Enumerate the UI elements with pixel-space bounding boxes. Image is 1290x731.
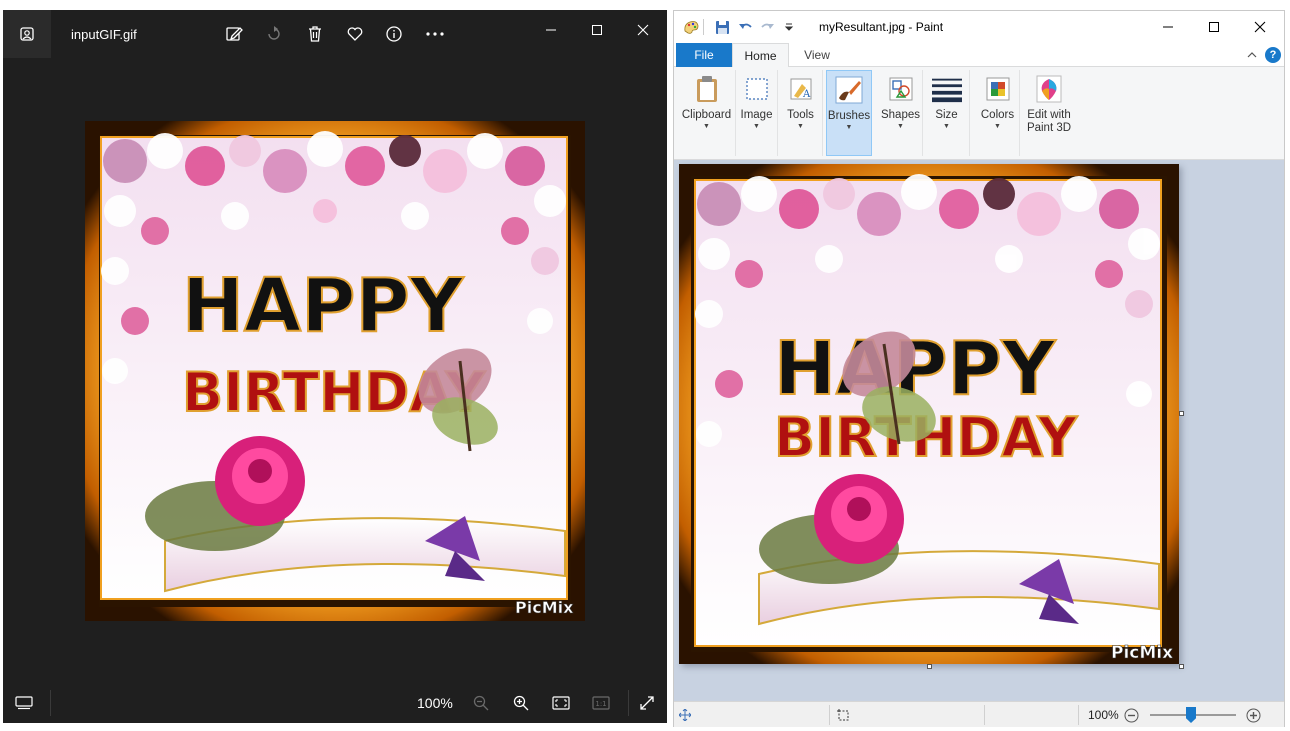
svg-text:A: A: [802, 89, 811, 100]
redo-icon[interactable]: [758, 18, 776, 36]
colors-group[interactable]: Colors ▼: [976, 70, 1020, 156]
file-name: inputGIF.gif: [71, 27, 137, 42]
brushes-label: Brushes: [827, 110, 871, 122]
resize-handle-right[interactable]: [1179, 411, 1184, 416]
tab-home[interactable]: Home: [732, 43, 789, 68]
tools-label: Tools: [787, 109, 814, 121]
tools-icon: A: [785, 73, 817, 105]
colors-icon: [982, 73, 1014, 105]
resize-handle-corner[interactable]: [1179, 664, 1184, 669]
zoom-level: 100%: [1088, 708, 1119, 722]
maximize-button[interactable]: [574, 14, 620, 46]
paint-app-icon[interactable]: [682, 18, 700, 36]
size-label: Size: [935, 109, 958, 121]
save-icon[interactable]: [713, 18, 731, 36]
zoom-slider-thumb[interactable]: [1186, 707, 1196, 723]
paint-titlebar: myResultant.jpg - Paint: [674, 11, 1284, 43]
divider: [1078, 705, 1079, 725]
edit-icon[interactable]: [222, 22, 246, 46]
shapes-group[interactable]: Shapes ▼: [879, 70, 923, 156]
zoom-in-icon[interactable]: [508, 690, 534, 716]
statusbar: 100%: [674, 701, 1284, 727]
ribbon-tabs: File Home View ?: [674, 43, 1284, 68]
cursor-position-icon: [676, 706, 694, 724]
chevron-down-icon: ▼: [994, 123, 1001, 130]
tab-view[interactable]: View: [792, 43, 842, 67]
close-button[interactable]: [620, 14, 666, 46]
zoom-out-icon[interactable]: [468, 690, 494, 716]
image-label: Image: [740, 109, 773, 121]
paint3d-icon: [1033, 73, 1065, 105]
image-group[interactable]: Image ▼: [736, 70, 778, 156]
chevron-down-icon: ▼: [943, 123, 950, 130]
happy-text: HAPPY: [182, 263, 465, 349]
brush-icon: [833, 74, 865, 106]
paint3d-group[interactable]: Edit with Paint 3D: [1022, 70, 1076, 156]
size-group[interactable]: Size ▼: [924, 70, 970, 156]
picmix-watermark: PicMix: [515, 598, 574, 617]
more-icon[interactable]: [423, 22, 447, 46]
colors-label: Colors: [980, 109, 1015, 121]
photos-window: inputGIF.gif HAPPY BIRTHDAY PicMix 100% …: [3, 10, 667, 723]
size-icon: [931, 73, 963, 105]
clipboard-label: Clipboard: [681, 109, 732, 121]
shapes-icon: [885, 73, 917, 105]
home-ribbon: Clipboard ▼ Image ▼ A Tools ▼ Brushes ▼: [674, 67, 1284, 160]
filmstrip-icon[interactable]: [11, 690, 37, 716]
divider: [703, 19, 704, 35]
zoom-level: 100%: [417, 695, 453, 711]
selection-size-icon: [834, 706, 852, 724]
chevron-down-icon: ▼: [703, 123, 710, 130]
window-title: myResultant.jpg - Paint: [819, 20, 944, 34]
tools-group[interactable]: A Tools ▼: [779, 70, 823, 156]
picmix-watermark: PicMix: [1111, 643, 1173, 663]
actual-size-icon[interactable]: 1:1: [588, 690, 614, 716]
customize-quick-access-icon[interactable]: [780, 18, 798, 36]
collapse-ribbon-icon[interactable]: [1246, 49, 1258, 61]
clipboard-icon: [691, 73, 723, 105]
divider: [628, 690, 629, 716]
clipboard-group[interactable]: Clipboard ▼: [678, 70, 736, 156]
select-icon: [741, 73, 773, 105]
undo-icon[interactable]: [736, 18, 754, 36]
photos-bottombar: 100% 1:1: [3, 682, 667, 723]
minimize-button[interactable]: [528, 14, 574, 46]
rotate-icon[interactable]: [262, 22, 286, 46]
zoom-in-icon[interactable]: [1244, 706, 1262, 724]
actual-size-label: 1:1: [595, 700, 606, 708]
chevron-down-icon: ▼: [753, 123, 760, 130]
paint-window: myResultant.jpg - Paint File Home View ?…: [673, 10, 1285, 727]
fullscreen-icon[interactable]: [634, 690, 660, 716]
canvas-area[interactable]: HAPPY BIRTHDAY PicMix: [674, 160, 1284, 701]
chevron-down-icon: ▼: [797, 123, 804, 130]
resize-handle-bottom[interactable]: [927, 664, 932, 669]
photos-titlebar: inputGIF.gif: [3, 10, 667, 58]
divider: [829, 705, 830, 725]
birthday-card-image: HAPPY BIRTHDAY PicMix: [85, 121, 585, 621]
help-icon[interactable]: ?: [1265, 47, 1281, 63]
zoom-out-icon[interactable]: [1122, 706, 1140, 724]
minimize-button[interactable]: [1145, 11, 1191, 43]
delete-icon[interactable]: [303, 22, 327, 46]
photo-viewer-image[interactable]: HAPPY BIRTHDAY PicMix: [85, 121, 585, 621]
photos-app-icon[interactable]: [3, 10, 51, 58]
info-icon[interactable]: [382, 22, 406, 46]
brushes-group[interactable]: Brushes ▼: [826, 70, 872, 156]
divider: [50, 690, 51, 716]
fit-icon[interactable]: [548, 690, 574, 716]
paint3d-label: Edit with Paint 3D: [1026, 109, 1072, 134]
chevron-down-icon: ▼: [897, 123, 904, 130]
favorite-icon[interactable]: [343, 22, 367, 46]
shapes-label: Shapes: [880, 109, 920, 121]
paint-canvas-image[interactable]: HAPPY BIRTHDAY PicMix: [679, 164, 1179, 664]
tab-file[interactable]: File: [676, 43, 732, 67]
maximize-button[interactable]: [1191, 11, 1237, 43]
close-button[interactable]: [1237, 11, 1283, 43]
birthday-card-image-rotated: HAPPY BIRTHDAY PicMix: [679, 164, 1179, 664]
chevron-down-icon: ▼: [845, 124, 853, 131]
divider: [984, 705, 985, 725]
